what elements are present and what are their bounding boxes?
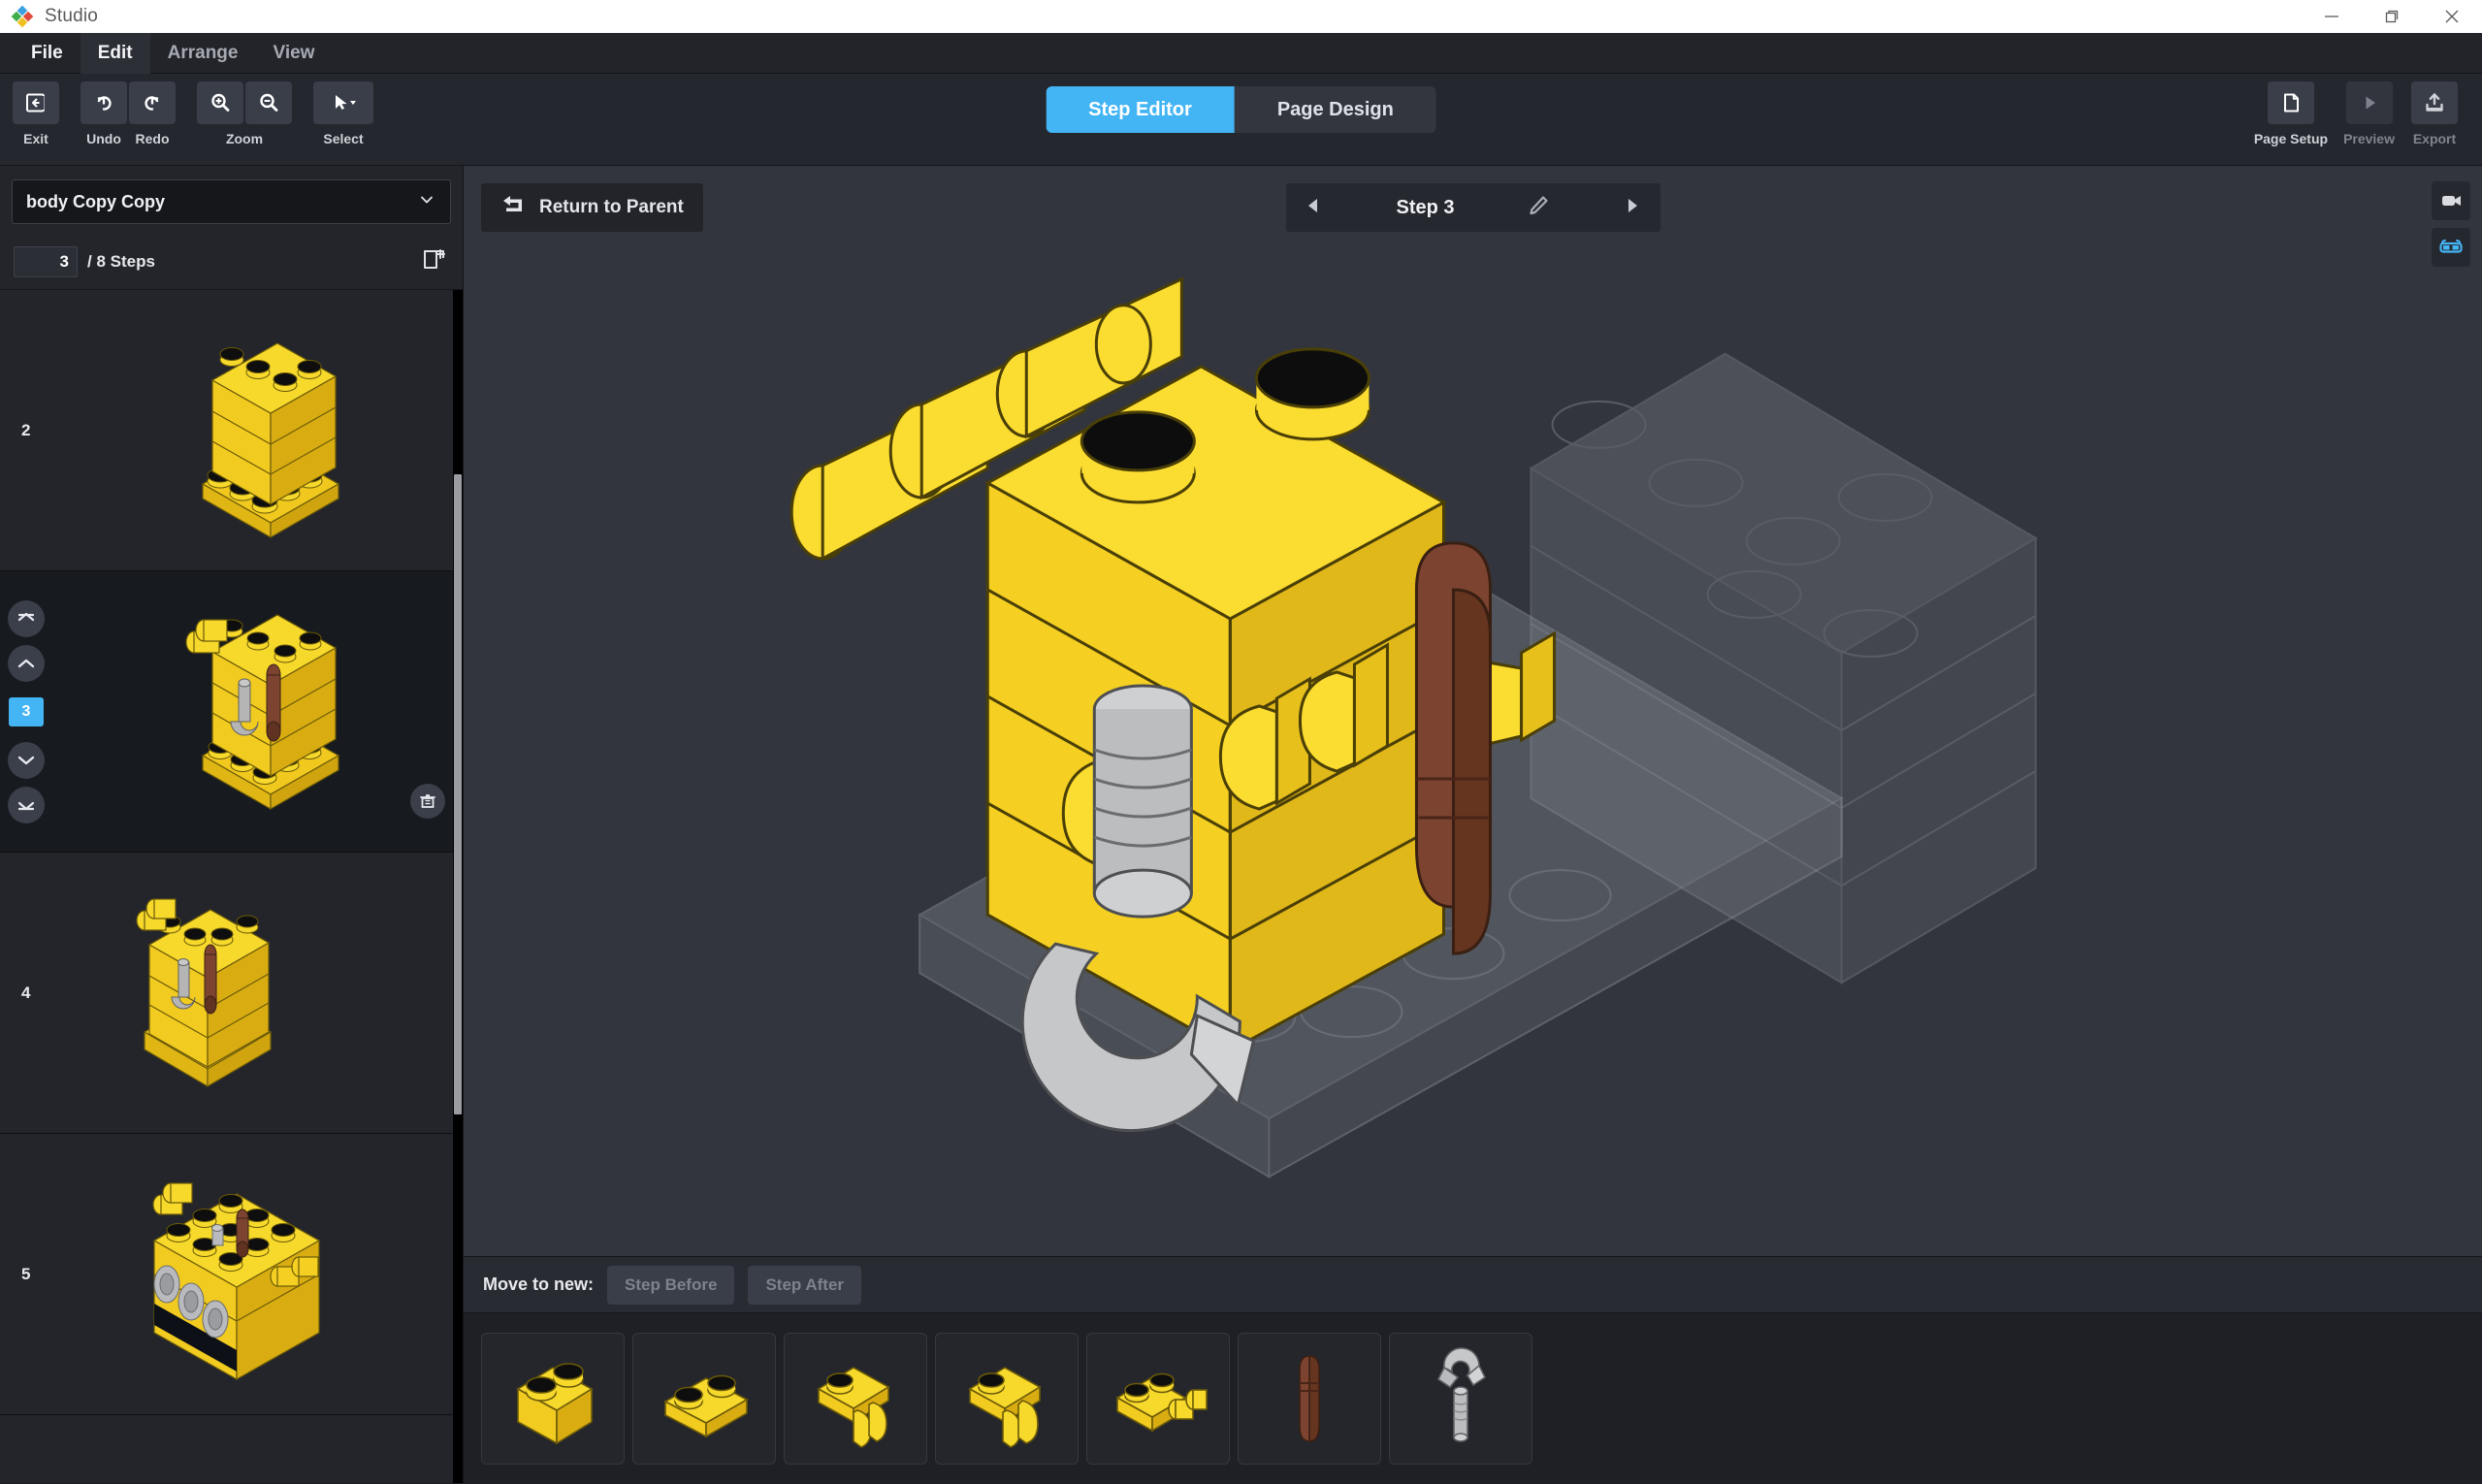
minimize-icon[interactable] (2302, 0, 2362, 33)
redo-button[interactable] (129, 81, 176, 124)
step-thumbnail (106, 887, 309, 1100)
part-plate-1x2-yellow[interactable] (632, 1333, 776, 1465)
redo-label: Redo (128, 131, 177, 146)
add-step-icon[interactable] (420, 244, 449, 278)
list-item[interactable]: 4 (0, 853, 463, 1134)
camera-icon[interactable] (2432, 181, 2470, 220)
chevron-down-icon (417, 190, 436, 214)
select-tool-group: Select (312, 81, 374, 146)
part-baseball-bat-brown[interactable] (1238, 1333, 1381, 1465)
current-step-title: Step 3 (1396, 197, 1454, 219)
return-to-parent-label: Return to Parent (539, 197, 684, 218)
toolbar: Exit (0, 74, 2482, 166)
page-setup-tool-group: Page Setup (2254, 81, 2328, 146)
export-label: Export (2413, 131, 2456, 146)
zoom-in-button[interactable] (197, 81, 243, 124)
preview-button[interactable] (2346, 81, 2393, 124)
main-body: body Copy Copy 3 / 8 Steps 2 (0, 166, 2482, 1483)
preview-tool-group: Preview (2343, 81, 2395, 146)
model-viewport[interactable]: Return to Parent Step 3 (464, 166, 2482, 1256)
menu-file[interactable]: File (14, 33, 81, 74)
return-arrow-icon (500, 194, 526, 221)
close-icon[interactable] (2422, 0, 2482, 33)
step-number-label: 5 (21, 1265, 30, 1284)
window-controls (2302, 0, 2482, 33)
menu-arrange[interactable]: Arrange (150, 33, 256, 74)
zoom-tool-group: Zoom (196, 81, 293, 146)
undo-button[interactable] (81, 81, 127, 124)
editor-mode-tabs: Step Editor Page Design (1046, 86, 1436, 133)
scrollbar-thumb[interactable] (454, 474, 462, 1114)
steps-total-label: / 8 Steps (87, 252, 155, 272)
step-thumbnail (111, 314, 353, 547)
menu-view[interactable]: View (255, 33, 332, 74)
trash-icon[interactable] (410, 784, 445, 819)
step-list-scrollbar[interactable] (453, 290, 463, 1483)
return-to-parent-button[interactable]: Return to Parent (481, 183, 703, 232)
prev-step-icon[interactable] (1304, 195, 1325, 221)
step-number-label: 2 (21, 421, 30, 440)
move-to-new-label: Move to new: (483, 1274, 594, 1295)
zoom-out-button[interactable] (245, 81, 292, 124)
tab-step-editor[interactable]: Step Editor (1046, 86, 1235, 133)
step-navigation-bar: Step 3 (1286, 183, 1660, 232)
menu-bar: File Edit Arrange View (0, 33, 2482, 74)
part-wrench-grey[interactable] (1389, 1333, 1532, 1465)
part-plate-modified-clip-yellow-2[interactable] (935, 1333, 1079, 1465)
next-step-icon[interactable] (1621, 195, 1642, 221)
toolbar-right-group: Page Setup Preview Export (2246, 81, 2466, 146)
studio-logo-icon (10, 4, 35, 29)
list-item[interactable]: 3 (0, 571, 463, 853)
zoom-label: Zoom (196, 131, 293, 146)
undo-redo-tool-group: Undo Redo (80, 81, 177, 146)
step-reorder-controls: 3 (8, 600, 45, 823)
lego-model-3d (464, 166, 2482, 1256)
submodel-value: body Copy Copy (26, 192, 165, 212)
select-button[interactable] (313, 81, 373, 124)
left-panel: body Copy Copy 3 / 8 Steps 2 (0, 166, 464, 1483)
undo-label: Undo (80, 131, 128, 146)
submodel-dropdown[interactable]: body Copy Copy (12, 179, 451, 224)
parts-tray (464, 1312, 2482, 1483)
step-thumbnail (111, 1158, 353, 1391)
right-area: Return to Parent Step 3 (464, 166, 2482, 1483)
select-label: Select (313, 131, 373, 146)
part-brick-2x2-yellow[interactable] (481, 1333, 625, 1465)
list-item[interactable]: 2 (0, 290, 463, 571)
page-setup-label: Page Setup (2254, 131, 2328, 146)
list-item[interactable]: 5 (0, 1134, 463, 1415)
viewport-side-buttons (2432, 181, 2470, 267)
stereo-glasses-icon[interactable] (2432, 228, 2470, 267)
export-button[interactable] (2411, 81, 2458, 124)
move-to-top-icon[interactable] (8, 600, 45, 637)
maximize-icon[interactable] (2362, 0, 2422, 33)
page-setup-button[interactable] (2268, 81, 2314, 124)
step-thumbnail (130, 605, 372, 819)
current-step-badge: 3 (9, 697, 44, 726)
move-up-icon[interactable] (8, 645, 45, 682)
move-to-bottom-icon[interactable] (8, 787, 45, 823)
tab-page-design[interactable]: Page Design (1235, 86, 1436, 133)
exit-tool-group: Exit (12, 81, 60, 146)
step-before-button[interactable]: Step Before (607, 1266, 734, 1305)
preview-label: Preview (2343, 131, 2395, 146)
part-brick-modified-bar-yellow[interactable] (1086, 1333, 1230, 1465)
exit-button[interactable] (13, 81, 59, 124)
title-bar: Studio (0, 0, 2482, 33)
step-list[interactable]: 2 (0, 290, 463, 1483)
app-title: Studio (45, 6, 98, 27)
edit-pencil-icon[interactable] (1527, 194, 1550, 222)
export-tool-group: Export (2410, 81, 2459, 146)
step-number-label: 4 (21, 984, 30, 1003)
part-plate-modified-clip-yellow[interactable] (784, 1333, 927, 1465)
step-after-button[interactable]: Step After (748, 1266, 861, 1305)
move-to-new-bar: Move to new: Step Before Step After (464, 1256, 2482, 1312)
move-down-icon[interactable] (8, 742, 45, 779)
step-number-input[interactable]: 3 (14, 246, 78, 277)
menu-edit[interactable]: Edit (81, 33, 150, 74)
exit-label: Exit (13, 131, 59, 146)
steps-counter-row: 3 / 8 Steps (0, 234, 463, 290)
